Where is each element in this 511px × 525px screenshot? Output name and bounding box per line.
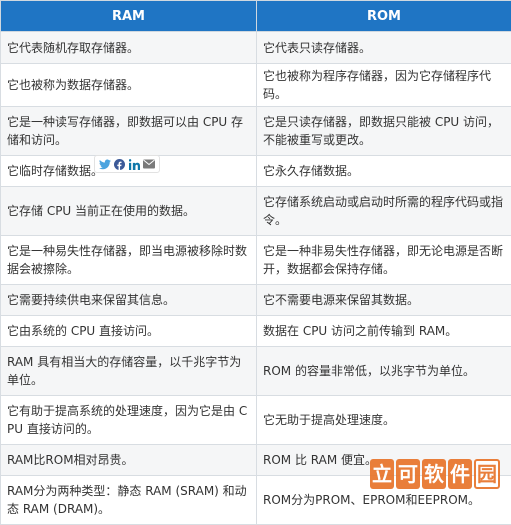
table-row: 它存储 CPU 当前正在使用的数据。 它存储系统启动或启动时所需的程序代码或指令… <box>1 187 511 236</box>
table-row: 它由系统的 CPU 直接访问。 数据在 CPU 访问之前传输到 RAM。 <box>1 316 511 347</box>
ram-cell: 它需要持续供电来保留其信息。 <box>1 285 257 316</box>
rom-cell: 它存储系统启动或启动时所需的程序代码或指令。 <box>257 187 511 236</box>
rom-cell: ROM 的容量非常低，以兆字节为单位。 <box>257 347 511 396</box>
email-icon[interactable] <box>143 159 155 169</box>
table-row: 它代表随机存取存储器。 它代表只读存储器。 <box>1 32 511 64</box>
table-header-row: RAM ROM <box>1 1 511 32</box>
rom-cell: 它永久存储数据。 <box>257 156 511 187</box>
header-rom: ROM <box>257 1 511 32</box>
ram-cell: 它是一种易失性存储器，即当电源被移除时数据会被擦除。 <box>1 236 257 285</box>
watermark-char: 可 <box>396 459 420 489</box>
table-row: 它有助于提高系统的处理速度，因为它是由 CPU 直接访问的。 它无助于提高处理速… <box>1 396 511 445</box>
watermark-char: 立 <box>370 459 394 489</box>
rom-cell: 它不需要电源来保留其数据。 <box>257 285 511 316</box>
comparison-table: RAM ROM 它代表随机存取存储器。 它代表只读存储器。 它也被称为数据存储器… <box>0 0 511 525</box>
rom-cell: 它代表只读存储器。 <box>257 32 511 64</box>
rom-cell: 它是只读存储器，即数据只能被 CPU 访问，不能被重写或更改。 <box>257 107 511 156</box>
twitter-icon[interactable] <box>99 159 111 170</box>
facebook-icon[interactable] <box>114 159 125 170</box>
watermark-char: 软 <box>422 459 446 489</box>
watermark-logo: 立 可 软 件 园 <box>370 456 500 492</box>
share-toolbar <box>94 155 160 173</box>
ram-cell: 它代表随机存取存储器。 <box>1 32 257 64</box>
table-row: RAM 具有相当大的存储容量，以千兆字节为单位。 ROM 的容量非常低，以兆字节… <box>1 347 511 396</box>
ram-cell: 它有助于提高系统的处理速度，因为它是由 CPU 直接访问的。 <box>1 396 257 445</box>
watermark-char: 园 <box>474 459 500 489</box>
table-row: 它是一种读写存储器，即数据可以由 CPU 存储和访问。 它是只读存储器，即数据只… <box>1 107 511 156</box>
header-ram: RAM <box>1 1 257 32</box>
rom-cell: 它无助于提高处理速度。 <box>257 396 511 445</box>
table-row: 它是一种易失性存储器，即当电源被移除时数据会被擦除。 它是一种非易失性存储器，即… <box>1 236 511 285</box>
rom-cell: 数据在 CPU 访问之前传输到 RAM。 <box>257 316 511 347</box>
rom-cell: 它是一种非易失性存储器，即无论电源是否断开，数据都会保持存储。 <box>257 236 511 285</box>
rom-cell: 它也被称为程序存储器，因为它存储程序代码。 <box>257 64 511 107</box>
watermark-char: 件 <box>448 459 472 489</box>
table-row: 它临时存储数据。 它永久存储数据。 <box>1 156 511 187</box>
ram-cell: 它由系统的 CPU 直接访问。 <box>1 316 257 347</box>
ram-cell: 它也被称为数据存储器。 <box>1 64 257 107</box>
ram-cell: 它是一种读写存储器，即数据可以由 CPU 存储和访问。 <box>1 107 257 156</box>
ram-cell: RAM 具有相当大的存储容量，以千兆字节为单位。 <box>1 347 257 396</box>
table-row: 它需要持续供电来保留其信息。 它不需要电源来保留其数据。 <box>1 285 511 316</box>
ram-cell: 它存储 CPU 当前正在使用的数据。 <box>1 187 257 236</box>
table-row: 它也被称为数据存储器。 它也被称为程序存储器，因为它存储程序代码。 <box>1 64 511 107</box>
ram-cell: RAM分为两种类型：静态 RAM (SRAM) 和动态 RAM (DRAM)。 <box>1 476 257 525</box>
ram-cell: RAM比ROM相对昂贵。 <box>1 445 257 476</box>
linkedin-icon[interactable] <box>129 159 140 170</box>
